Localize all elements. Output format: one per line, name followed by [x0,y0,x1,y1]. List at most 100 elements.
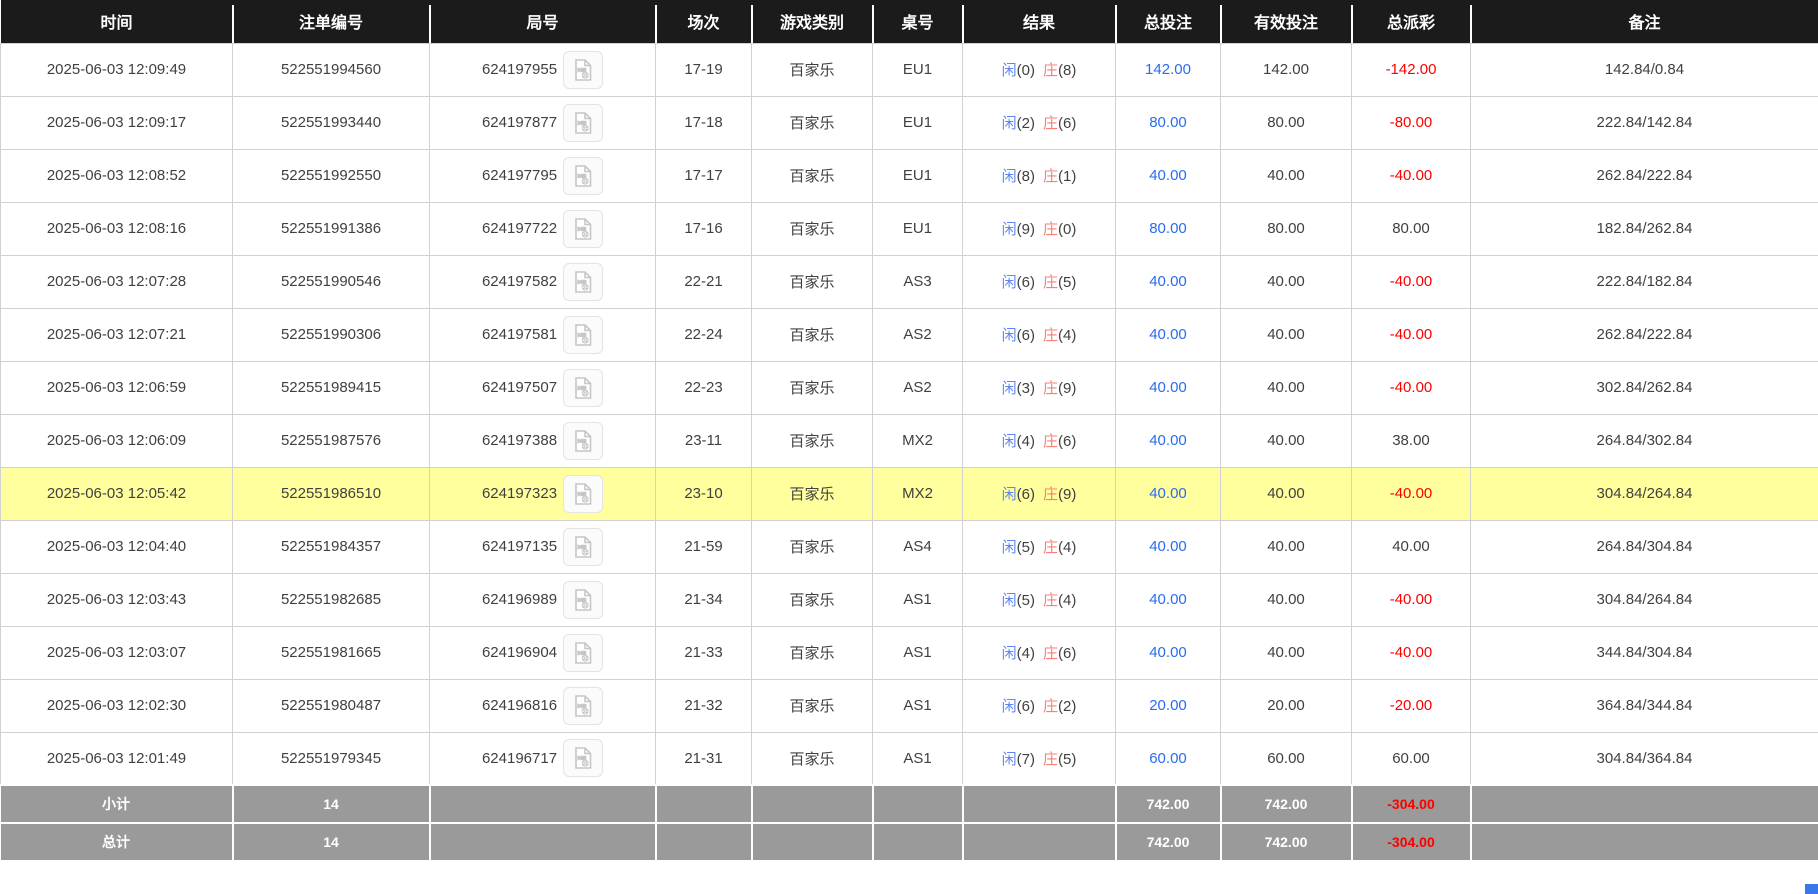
result-banker-value: (8) [1058,62,1076,79]
table-row[interactable]: 2025-06-03 12:03:07 522551981665 6241969… [1,626,1818,679]
result-banker-value: (9) [1058,486,1076,503]
subtotal-payout: -304.00 [1352,785,1471,823]
cell-table-id: EU1 [873,96,963,149]
table-row[interactable]: 2025-06-03 12:09:49 522551994560 6241979… [1,43,1818,96]
result-player-value: (6) [1017,327,1035,344]
cell-time: 2025-06-03 12:06:59 [1,361,233,414]
cell-bet-id: 522551994560 [233,43,430,96]
cell-valid-bet: 80.00 [1221,96,1352,149]
cell-total-bet: 142.00 [1116,43,1221,96]
cell-total-bet: 40.00 [1116,149,1221,202]
cell-remark: 364.84/344.84 [1471,679,1818,732]
result-player-value: (9) [1017,221,1035,238]
cell-time: 2025-06-03 12:09:17 [1,96,233,149]
video-replay-button[interactable] [563,104,603,142]
video-replay-button[interactable] [563,475,603,513]
result-banker-label: 庄 [1043,539,1058,556]
cell-valid-bet: 40.00 [1221,361,1352,414]
cell-game-type: 百家乐 [752,520,873,573]
cell-total-payout: -80.00 [1352,96,1471,149]
result-banker-value: (4) [1058,592,1076,609]
result-banker-value: (5) [1058,274,1076,291]
table-row[interactable]: 2025-06-03 12:02:30 522551980487 6241968… [1,679,1818,732]
scroll-corner-indicator[interactable] [1805,884,1818,894]
cell-game-type: 百家乐 [752,96,873,149]
cell-round-id: 624196904 [430,626,656,679]
cell-table-id: AS1 [873,679,963,732]
table-row[interactable]: 2025-06-03 12:09:17 522551993440 6241978… [1,96,1818,149]
result-banker-label: 庄 [1043,62,1058,79]
cell-empty [752,823,873,861]
result-banker-value: (0) [1058,221,1076,238]
table-row[interactable]: 2025-06-03 12:07:28 522551990546 6241975… [1,255,1818,308]
video-replay-button[interactable] [563,51,603,89]
video-replay-button[interactable] [563,739,603,777]
result-player-label: 闲 [1002,592,1017,609]
cell-total-payout: -40.00 [1352,149,1471,202]
cell-empty [1471,823,1818,861]
cell-time: 2025-06-03 12:06:09 [1,414,233,467]
column-header-session: 场次 [656,0,752,43]
table-row[interactable]: 2025-06-03 12:08:52 522551992550 6241977… [1,149,1818,202]
cell-total-bet: 60.00 [1116,732,1221,785]
cell-valid-bet: 40.00 [1221,467,1352,520]
video-file-icon [571,164,595,188]
cell-total-bet: 80.00 [1116,202,1221,255]
table-row[interactable]: 2025-06-03 12:07:21 522551990306 6241975… [1,308,1818,361]
cell-time: 2025-06-03 12:04:40 [1,520,233,573]
table-row[interactable]: 2025-06-03 12:06:09 522551987576 6241973… [1,414,1818,467]
table-row[interactable]: 2025-06-03 12:08:16 522551991386 6241977… [1,202,1818,255]
column-header-total-payout: 总派彩 [1352,0,1471,43]
cell-valid-bet: 142.00 [1221,43,1352,96]
cell-table-id: EU1 [873,43,963,96]
cell-remark: 262.84/222.84 [1471,308,1818,361]
round-id-value: 624197582 [482,273,557,290]
cell-total-bet: 40.00 [1116,520,1221,573]
video-replay-button[interactable] [563,422,603,460]
cell-game-type: 百家乐 [752,202,873,255]
video-file-icon [571,694,595,718]
cell-valid-bet: 40.00 [1221,255,1352,308]
video-replay-button[interactable] [563,263,603,301]
cell-time: 2025-06-03 12:03:07 [1,626,233,679]
table-row[interactable]: 2025-06-03 12:03:43 522551982685 6241969… [1,573,1818,626]
cell-round-id: 624197323 [430,467,656,520]
cell-round-id: 624197877 [430,96,656,149]
video-replay-button[interactable] [563,369,603,407]
round-id-value: 624196904 [482,644,557,661]
cell-remark: 264.84/302.84 [1471,414,1818,467]
table-row[interactable]: 2025-06-03 12:04:40 522551984357 6241971… [1,520,1818,573]
cell-valid-bet: 40.00 [1221,520,1352,573]
result-banker-value: (4) [1058,327,1076,344]
bet-records-table: 时间 注单编号 局号 场次 游戏类别 桌号 结果 总投注 有效投注 总派彩 备注… [0,0,1818,862]
subtotal-total-bet: 742.00 [1116,785,1221,823]
cell-session: 22-24 [656,308,752,361]
cell-total-payout: -20.00 [1352,679,1471,732]
video-replay-button[interactable] [563,581,603,619]
cell-empty [430,785,656,823]
video-replay-button[interactable] [563,687,603,725]
cell-time: 2025-06-03 12:08:52 [1,149,233,202]
cell-time: 2025-06-03 12:08:16 [1,202,233,255]
video-replay-button[interactable] [563,528,603,566]
result-player-value: (2) [1017,115,1035,132]
video-replay-button[interactable] [563,210,603,248]
video-replay-button[interactable] [563,316,603,354]
cell-valid-bet: 40.00 [1221,414,1352,467]
cell-valid-bet: 60.00 [1221,732,1352,785]
cell-round-id: 624196989 [430,573,656,626]
video-replay-button[interactable] [563,634,603,672]
grandtotal-total-bet: 742.00 [1116,823,1221,861]
cell-remark: 182.84/262.84 [1471,202,1818,255]
cell-table-id: AS1 [873,626,963,679]
table-row[interactable]: 2025-06-03 12:01:49 522551979345 6241967… [1,732,1818,785]
cell-remark: 344.84/304.84 [1471,626,1818,679]
result-banker-label: 庄 [1043,698,1058,715]
cell-total-bet: 40.00 [1116,573,1221,626]
video-replay-button[interactable] [563,157,603,195]
table-row[interactable]: 2025-06-03 12:06:59 522551989415 6241975… [1,361,1818,414]
result-banker-label: 庄 [1043,433,1058,450]
cell-session: 21-34 [656,573,752,626]
cell-total-bet: 80.00 [1116,96,1221,149]
table-row[interactable]: 2025-06-03 12:05:42 522551986510 6241973… [1,467,1818,520]
